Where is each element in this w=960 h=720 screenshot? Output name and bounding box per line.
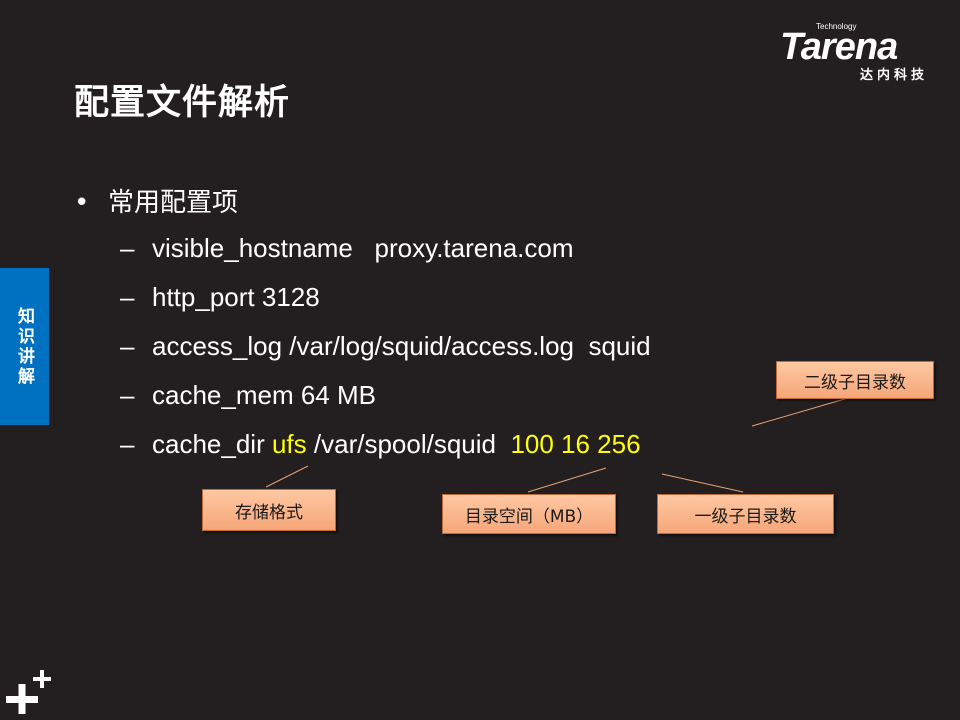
plus-plus-icon — [6, 670, 51, 714]
side-tab-knowledge: 知识讲解 — [0, 268, 49, 425]
list-item: – cache_mem 64 MB — [120, 380, 376, 411]
list-item: – http_port 3128 — [120, 282, 320, 313]
dash-icon: – — [120, 429, 135, 459]
list-item-text: access_log /var/log/squid/access.log squ… — [152, 331, 651, 361]
dash-icon: – — [120, 331, 135, 361]
slide: 配置文件解析 Technology Tarena 达内科技 知识讲解 • 常用配置… — [0, 0, 960, 720]
side-tab-label: 知识讲解 — [14, 306, 34, 387]
bullet-main-label: 常用配置项 — [108, 188, 239, 218]
leader-line-dir-space — [527, 467, 607, 493]
dash-icon: – — [120, 282, 135, 312]
leader-line-level2 — [751, 395, 856, 427]
leader-line-storage-format — [265, 465, 309, 488]
list-item: – access_log /var/log/squid/access.log sq… — [120, 331, 651, 362]
cache-dir-numbers: 100 16 256 — [510, 429, 641, 459]
logo-wordmark: Tarena — [780, 26, 898, 68]
dash-icon: – — [120, 380, 135, 410]
bullet-dot-icon: • — [74, 188, 90, 218]
cache-dir-prefix: cache_dir — [152, 429, 272, 459]
callout-level1-dirs: 一级子目录数 — [657, 494, 834, 534]
list-item: – visible_hostname proxy.tarena.com — [120, 233, 574, 264]
list-item-text: visible_hostname proxy.tarena.com — [152, 233, 574, 263]
leader-line-level1 — [661, 473, 744, 493]
slide-title: 配置文件解析 — [74, 83, 291, 123]
list-item-text: http_port 3128 — [152, 282, 320, 312]
callout-dir-space: 目录空间（MB） — [442, 494, 616, 534]
dash-icon: – — [120, 233, 135, 263]
list-item-text: cache_mem 64 MB — [152, 380, 376, 410]
cache-dir-ufs: ufs — [271, 429, 307, 459]
callout-storage-format: 存储格式 — [202, 489, 336, 531]
logo-chinese-text: 达内科技 — [860, 68, 929, 83]
bullet-main: • 常用配置项 — [74, 182, 238, 219]
tarena-logo: Technology Tarena 达内科技 — [778, 22, 948, 84]
cache-dir-path: /var/spool/squid — [306, 429, 511, 459]
callout-level2-dirs: 二级子目录数 — [776, 361, 934, 399]
list-item-cache-dir: – cache_dir ufs /var/spool/squid 100 16 2… — [120, 429, 641, 460]
